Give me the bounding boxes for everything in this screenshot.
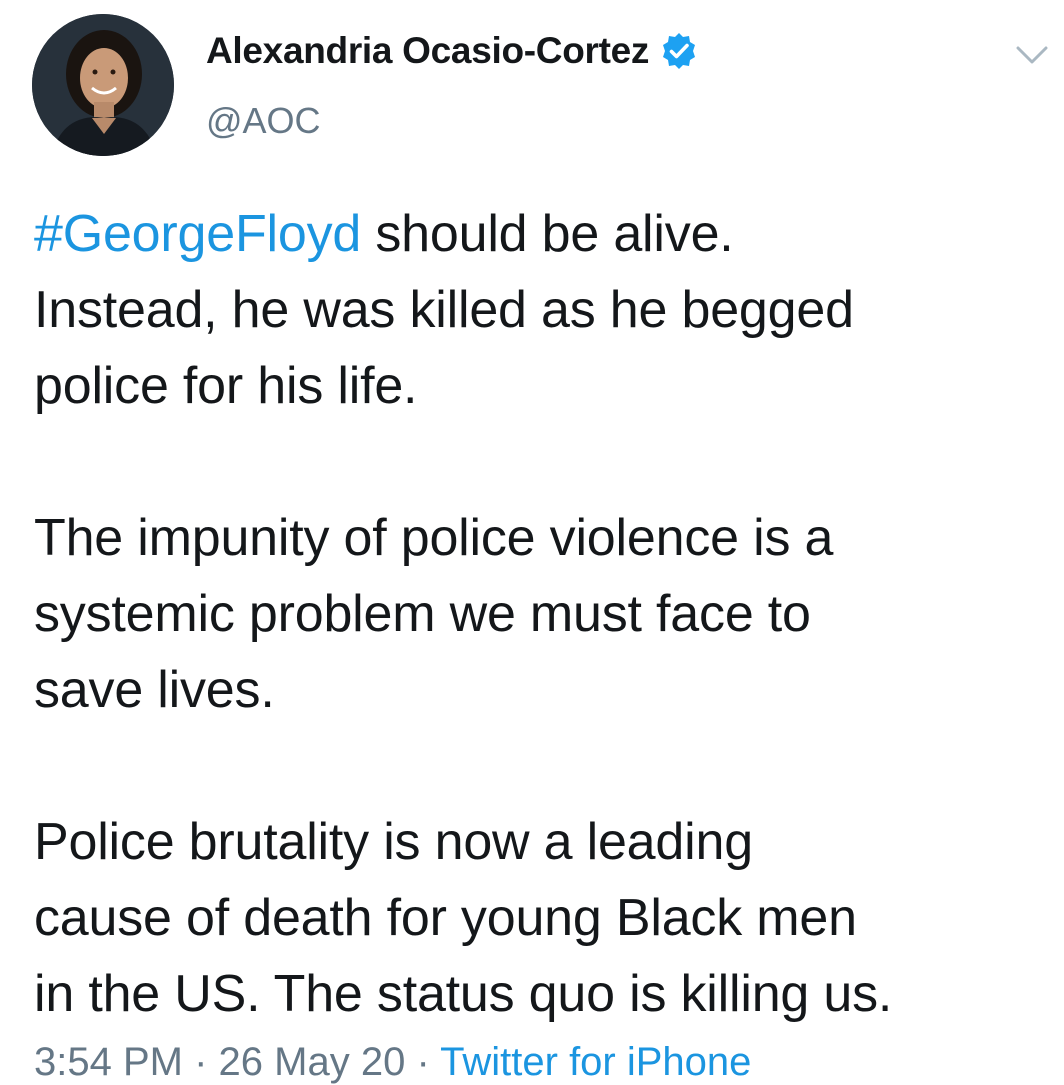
meta-separator: · — [416, 1040, 441, 1084]
tweet-line: systemic problem we must face to — [34, 585, 811, 643]
author-display-name[interactable]: Alexandria Ocasio-Cortez — [206, 30, 699, 72]
avatar[interactable] — [32, 14, 174, 156]
tweet-source-link[interactable]: Twitter for iPhone — [440, 1040, 751, 1084]
tweet-line: in the US. The status quo is killing us. — [34, 965, 893, 1023]
author-handle[interactable]: @AOC — [206, 100, 321, 142]
tweet-card: Alexandria Ocasio-Cortez @AOC #GeorgeFlo… — [0, 0, 1064, 1084]
tweet-line: Instead, he was killed as he begged — [34, 281, 854, 339]
tweet-meta: 3:54 PM · 26 May 20 · Twitter for iPhone — [34, 1040, 751, 1085]
tweet-time[interactable]: 3:54 PM — [34, 1040, 183, 1084]
meta-separator: · — [194, 1040, 219, 1084]
author-name-text: Alexandria Ocasio-Cortez — [206, 30, 650, 71]
tweet-line: The impunity of police violence is a — [34, 509, 834, 567]
tweet-line-text: should be alive. — [361, 205, 734, 263]
verified-badge-icon — [659, 31, 699, 71]
tweet-line: police for his life. — [34, 357, 418, 415]
tweet-date[interactable]: 26 May 20 — [219, 1040, 406, 1084]
tweet-line: Police brutality is now a leading — [34, 813, 753, 871]
hashtag-link[interactable]: #GeorgeFloyd — [34, 205, 361, 263]
tweet-line: #GeorgeFloyd should be alive. — [34, 196, 1054, 272]
chevron-down-icon[interactable] — [1014, 42, 1050, 68]
tweet-text: #GeorgeFloyd should be alive. Instead, h… — [34, 196, 1054, 1032]
tweet-line: cause of death for young Black men — [34, 889, 857, 947]
tweet-line: save lives. — [34, 661, 275, 719]
